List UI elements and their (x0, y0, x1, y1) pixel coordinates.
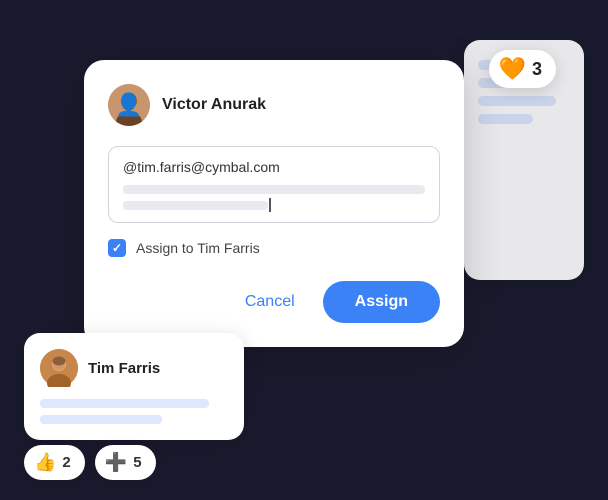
heart-badge[interactable]: 🧡 3 (489, 50, 556, 88)
tim-lines (40, 399, 228, 424)
email-value: @tim.farris@cymbal.com (123, 159, 425, 175)
tim-line-1 (40, 399, 209, 408)
tim-header: Tim Farris (40, 349, 228, 387)
plus-badge[interactable]: ➕ 5 (95, 445, 156, 480)
tim-farris-card: Tim Farris (24, 333, 244, 440)
tim-avatar (40, 349, 78, 387)
text-cursor (269, 198, 271, 212)
tim-line-2 (40, 415, 162, 424)
bg-line-3 (478, 96, 556, 106)
scene: 🧡 3 Victor Anurak @tim.farris@cymbal.com (24, 20, 584, 480)
action-buttons: Cancel Assign (108, 281, 440, 323)
bottom-badges: 👍 2 ➕ 5 (24, 445, 156, 480)
heart-icon: 🧡 (499, 56, 526, 82)
main-modal-card: Victor Anurak @tim.farris@cymbal.com ✓ A… (84, 60, 464, 347)
tim-name: Tim Farris (88, 360, 160, 377)
plus-icon: ➕ (105, 452, 127, 473)
input-lines (123, 185, 425, 210)
cancel-button[interactable]: Cancel (229, 285, 311, 319)
thumbs-up-count: 2 (62, 454, 70, 471)
heart-count: 3 (532, 59, 542, 80)
thumbs-up-badge[interactable]: 👍 2 (24, 445, 85, 480)
bg-line-4 (478, 114, 533, 124)
email-input-box[interactable]: @tim.farris@cymbal.com (108, 146, 440, 223)
input-line-2 (123, 201, 268, 210)
checkbox-label: Assign to Tim Farris (136, 240, 260, 256)
user-header: Victor Anurak (108, 84, 440, 126)
thumbs-up-icon: 👍 (34, 452, 56, 473)
victor-avatar (108, 84, 150, 126)
checkmark-icon: ✓ (112, 242, 122, 254)
victor-name: Victor Anurak (162, 96, 266, 114)
plus-count: 5 (133, 454, 141, 471)
assign-checkbox[interactable]: ✓ (108, 239, 126, 257)
assign-button[interactable]: Assign (323, 281, 440, 323)
assign-checkbox-row[interactable]: ✓ Assign to Tim Farris (108, 239, 440, 257)
input-line-1 (123, 185, 425, 194)
